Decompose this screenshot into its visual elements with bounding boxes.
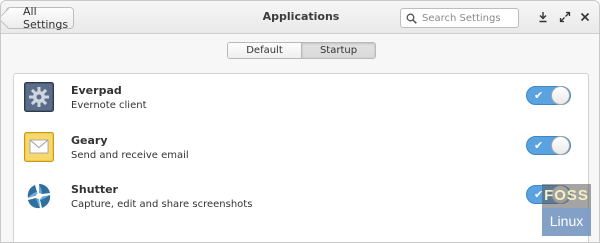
minimize-icon[interactable] (537, 11, 549, 23)
search-input[interactable] (422, 12, 510, 24)
mode-switcher: Default Startup (227, 42, 376, 59)
geary-mail-icon (24, 132, 54, 162)
header-bar: All Settings Applications (1, 1, 599, 34)
watermark-line-2: Linux (542, 208, 591, 236)
geary-startup-toggle[interactable]: ✔ (526, 136, 571, 155)
list-item-everpad[interactable]: Everpad Evernote client ✔ (14, 76, 590, 124)
search-field[interactable] (400, 8, 519, 28)
tab-default[interactable]: Default (228, 43, 301, 58)
fosslinux-watermark: FOSS Linux (542, 184, 591, 236)
app-name: Everpad (71, 84, 122, 97)
toggle-knob (551, 86, 570, 105)
settings-window: All Settings Applications Default Startu… (0, 0, 600, 243)
list-item-geary[interactable]: Geary Send and receive email ✔ (14, 126, 590, 174)
shutter-aperture-icon (27, 184, 51, 209)
app-description: Capture, edit and share screenshots (71, 199, 253, 210)
toggle-knob (551, 136, 570, 155)
everpad-startup-toggle[interactable]: ✔ (526, 86, 571, 105)
maximize-icon[interactable] (559, 11, 571, 23)
close-icon[interactable] (579, 11, 591, 23)
everpad-gear-icon (24, 82, 54, 112)
app-description: Evernote client (71, 100, 147, 111)
app-description: Send and receive email (71, 150, 189, 161)
startup-apps-list: Everpad Evernote client ✔ Geary Send and… (13, 73, 590, 242)
check-icon: ✔ (534, 89, 544, 102)
tab-startup[interactable]: Startup (301, 43, 375, 58)
list-item-shutter[interactable]: Shutter Capture, edit and share screensh… (14, 175, 590, 223)
app-name: Shutter (71, 183, 118, 196)
check-icon: ✔ (534, 139, 544, 152)
search-icon (406, 13, 417, 24)
app-name: Geary (71, 134, 108, 147)
watermark-line-1: FOSS (544, 187, 589, 204)
